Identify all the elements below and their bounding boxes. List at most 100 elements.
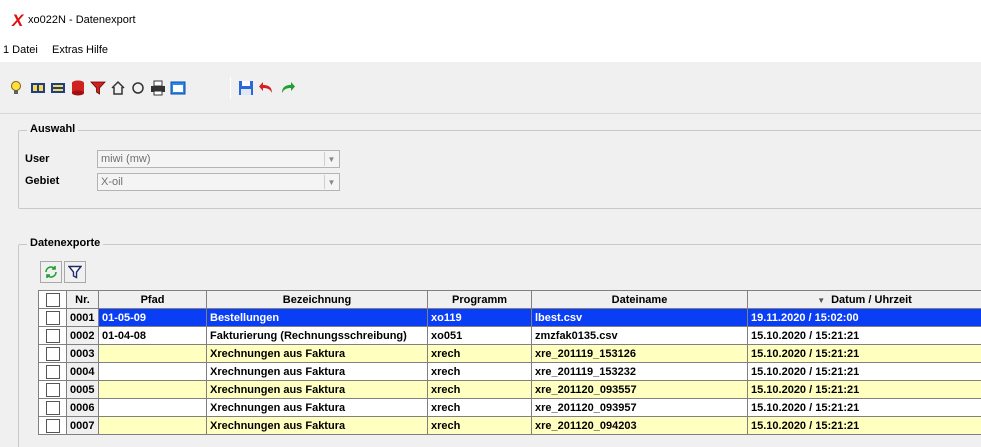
cell-programm: xrech xyxy=(427,344,532,363)
chevron-down-icon[interactable]: ▼ xyxy=(324,175,338,189)
cell-bezeichnung: Xrechnungen aus Faktura xyxy=(206,344,428,363)
print-icon[interactable] xyxy=(150,79,166,97)
column-header-bezeichnung[interactable]: Bezeichnung xyxy=(206,290,428,309)
home-icon[interactable] xyxy=(110,79,126,97)
cell-dateiname: xre_201119_153232 xyxy=(531,362,748,381)
user-select-value: miwi (mw) xyxy=(101,153,151,165)
table-row[interactable]: 0007 Xrechnungen aus Faktura xrech xre_2011… xyxy=(38,416,981,435)
menu-extras[interactable]: Extras xyxy=(52,44,83,56)
row-select-cell[interactable] xyxy=(38,380,67,399)
cell-programm: xrech xyxy=(427,398,532,417)
refresh-button[interactable] xyxy=(40,261,62,283)
cell-pfad xyxy=(98,344,207,363)
row-select-cell[interactable] xyxy=(38,326,67,345)
title-bar: X xo022N - Datenexport xyxy=(0,0,981,38)
filter-button[interactable] xyxy=(64,261,86,283)
cell-dateiname: xre_201120_093957 xyxy=(531,398,748,417)
gebiet-select-value: X-oil xyxy=(101,176,124,188)
redo-icon[interactable] xyxy=(280,79,296,97)
header-select-all[interactable] xyxy=(38,290,67,309)
datenexporte-title: Datenexporte xyxy=(27,237,104,249)
window-icon[interactable] xyxy=(170,79,186,97)
table-row[interactable]: 0004 Xrechnungen aus Faktura xrech xre_2011… xyxy=(38,362,981,381)
cell-bezeichnung: Xrechnungen aus Faktura xyxy=(206,362,428,381)
table-row[interactable]: 0001 01-05-09 Bestellungen xo119 lbest.csv 19… xyxy=(38,308,981,327)
window-title: xo022N - Datenexport xyxy=(28,14,136,26)
cell-dateiname: xre_201120_094203 xyxy=(531,416,748,435)
undo-icon[interactable] xyxy=(258,79,274,97)
cell-nr: 0006 xyxy=(66,398,99,417)
row-select-cell[interactable] xyxy=(38,308,67,327)
book-open-icon[interactable] xyxy=(30,79,46,97)
cell-nr: 0004 xyxy=(66,362,99,381)
user-label: User xyxy=(25,153,50,165)
cell-pfad xyxy=(98,380,207,399)
checkbox[interactable] xyxy=(45,292,60,307)
cell-datum: 15.10.2020 / 15:21:21 xyxy=(747,326,981,345)
table-row[interactable]: 0005 Xrechnungen aus Faktura xrech xre_2011… xyxy=(38,380,981,399)
table-row[interactable]: 0003 Xrechnungen aus Faktura xrech xre_2011… xyxy=(38,344,981,363)
gebiet-label: Gebiet xyxy=(25,175,60,187)
cell-bezeichnung: Fakturierung (Rechnungsschreibung) xyxy=(206,326,428,345)
cell-datum: 19.11.2020 / 15:02:00 xyxy=(747,308,981,327)
refresh-icon[interactable] xyxy=(130,79,146,97)
cell-nr: 0007 xyxy=(66,416,99,435)
toolbar-separator xyxy=(230,77,231,99)
cell-pfad: 01-05-09 xyxy=(98,308,207,327)
row-select-cell[interactable] xyxy=(38,362,67,381)
cell-nr: 0003 xyxy=(66,344,99,363)
lightbulb-icon[interactable] xyxy=(8,79,24,97)
sort-descending-icon: ▼ xyxy=(817,295,826,305)
gebiet-select[interactable]: X-oil ▼ xyxy=(97,173,340,191)
cell-dateiname: lbest.csv xyxy=(531,308,748,327)
menu-hilfe[interactable]: Hilfe xyxy=(86,44,108,56)
toolbar xyxy=(0,62,981,114)
cell-dateiname: xre_201119_153126 xyxy=(531,344,748,363)
row-select-cell[interactable] xyxy=(38,416,67,435)
auswahl-group: Auswahl xyxy=(18,123,981,209)
column-header-pfad[interactable]: Pfad xyxy=(98,290,207,309)
refresh-icon xyxy=(45,266,57,278)
row-select-cell[interactable] xyxy=(38,398,67,417)
column-header-nr[interactable]: Nr. xyxy=(66,290,99,309)
checkbox[interactable] xyxy=(45,400,60,415)
table-header-row: Nr. Pfad Bezeichnung Programm Dateiname … xyxy=(38,290,981,309)
checkbox[interactable] xyxy=(45,346,60,361)
column-header-datum[interactable]: ▼ Datum / Uhrzeit xyxy=(747,290,981,309)
cell-programm: xo051 xyxy=(427,326,532,345)
cell-datum: 15.10.2020 / 15:21:21 xyxy=(747,416,981,435)
cell-pfad xyxy=(98,416,207,435)
table-row[interactable]: 0006 Xrechnungen aus Faktura xrech xre_2011… xyxy=(38,398,981,417)
checkbox[interactable] xyxy=(45,364,60,379)
chevron-down-icon[interactable]: ▼ xyxy=(324,152,338,166)
checkbox[interactable] xyxy=(45,310,60,325)
checkbox[interactable] xyxy=(45,418,60,433)
cell-programm: xrech xyxy=(427,380,532,399)
row-select-cell[interactable] xyxy=(38,344,67,363)
cell-programm: xo119 xyxy=(427,308,532,327)
cell-bezeichnung: Xrechnungen aus Faktura xyxy=(206,380,428,399)
cell-pfad xyxy=(98,362,207,381)
cell-dateiname: xre_201120_093557 xyxy=(531,380,748,399)
cell-programm: xrech xyxy=(427,416,532,435)
checkbox[interactable] xyxy=(45,382,60,397)
save-icon[interactable] xyxy=(238,79,254,97)
table-row[interactable]: 0002 01-04-08 Fakturierung (Rechnungsschre… xyxy=(38,326,981,345)
user-select[interactable]: miwi (mw) ▼ xyxy=(97,150,340,168)
book-icon[interactable] xyxy=(50,79,66,97)
cell-dateiname: zmzfak0135.csv xyxy=(531,326,748,345)
cell-nr: 0005 xyxy=(66,380,99,399)
column-header-datum-label: Datum / Uhrzeit xyxy=(831,293,912,306)
menu-datei[interactable]: 1 Datei xyxy=(3,44,38,56)
cell-bezeichnung: Xrechnungen aus Faktura xyxy=(206,398,428,417)
checkbox[interactable] xyxy=(45,328,60,343)
menu-bar: 1 Datei Extras Hilfe xyxy=(0,38,981,62)
auswahl-title: Auswahl xyxy=(27,123,79,135)
filter-icon[interactable] xyxy=(90,79,106,97)
filter-icon xyxy=(68,265,82,279)
cell-pfad xyxy=(98,398,207,417)
database-icon[interactable] xyxy=(70,79,86,97)
column-header-dateiname[interactable]: Dateiname xyxy=(531,290,748,309)
cell-nr: 0002 xyxy=(66,326,99,345)
column-header-programm[interactable]: Programm xyxy=(427,290,532,309)
